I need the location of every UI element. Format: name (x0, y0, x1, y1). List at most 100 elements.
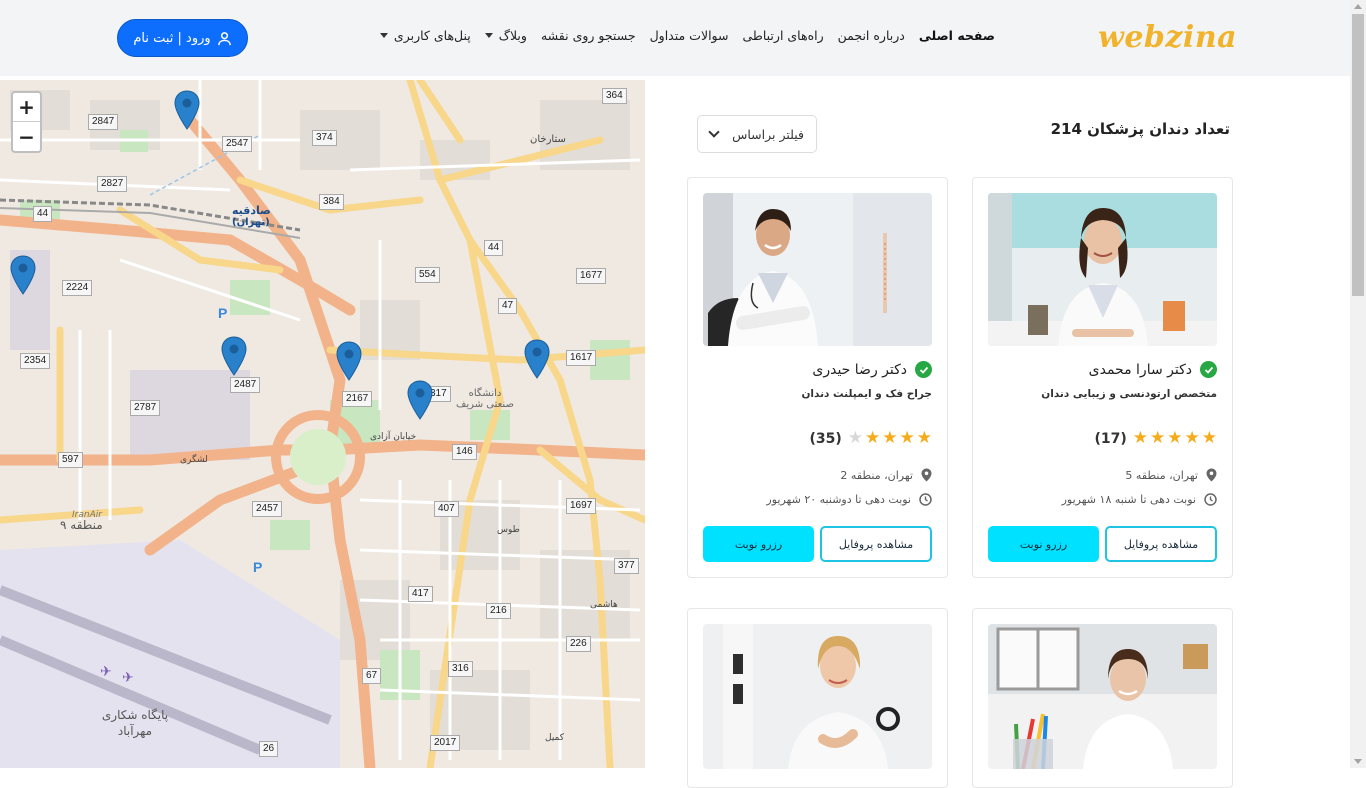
star-icon: ★ (916, 428, 932, 448)
star-icon: ★ (899, 428, 915, 448)
nav-faq[interactable]: سوالات متداول (650, 28, 729, 43)
doctor-specialty: جراح فک و ایمپلنت دندان (801, 388, 932, 400)
doctor-photo (703, 624, 932, 769)
review-count: (17) (1094, 430, 1127, 447)
doctor-specialty: متخصص ارتودنسی و زیبایی دندان (1041, 388, 1217, 400)
map-marker-icon[interactable] (10, 255, 36, 295)
star-empty-icon: ★ (847, 428, 863, 448)
route-shield: 374 (312, 130, 337, 146)
doctor-photo (988, 624, 1217, 769)
star-icon: ★ (882, 428, 898, 448)
route-shield: 44 (484, 240, 504, 256)
route-shield: 1617 (566, 350, 597, 366)
map-label: کمیل (545, 733, 565, 743)
page-scrollbar[interactable] (1350, 0, 1366, 768)
login-label: ورود | ثبت نام (133, 30, 211, 46)
map-marker-icon[interactable] (407, 380, 433, 420)
verified-icon (1200, 361, 1217, 378)
route-shield: 226 (566, 636, 591, 652)
doctor-name[interactable]: دکتر سارا محمدی (1089, 361, 1217, 378)
user-icon (217, 31, 231, 45)
nav-blog[interactable]: وبلاگ (484, 28, 527, 43)
caret-down-icon (379, 33, 388, 38)
nav-contact[interactable]: راه‌های ارتباطی (742, 28, 823, 43)
route-shield: 554 (415, 267, 440, 283)
site-header: webzina صفحه اصلی درباره انجمن راه‌های ا… (0, 0, 1350, 76)
zoom-out-button[interactable]: − (13, 122, 40, 151)
route-shield: 44 (33, 206, 53, 222)
route-shield: 1677 (576, 268, 607, 284)
map-label: (تهران) (232, 217, 270, 228)
doctor-appointment: نوبت دهی تا شنبه ۱۸ شهریور (1062, 493, 1217, 506)
route-shield: 216 (486, 603, 511, 619)
svg-text:✈: ✈ (100, 664, 112, 680)
doctor-photo (988, 193, 1217, 346)
zoom-in-button[interactable]: + (13, 93, 40, 122)
route-shield: 2167 (342, 391, 373, 407)
route-shield: 67 (362, 668, 382, 684)
route-shield: 26 (259, 741, 279, 757)
nav-about[interactable]: درباره انجمن (838, 28, 905, 43)
route-shield: 2354 (20, 353, 51, 369)
results-count: تعداد دندان پزشکان 214 (1050, 120, 1230, 138)
book-appointment-button[interactable]: رزرو نوبت (988, 526, 1099, 562)
route-shield: 2787 (130, 400, 161, 416)
view-profile-button[interactable]: مشاهده پروفایل (1105, 526, 1217, 562)
route-shield: 47 (498, 298, 518, 314)
route-shield: 2487 (230, 377, 261, 393)
route-shield: 2017 (430, 735, 461, 751)
view-profile-button[interactable]: مشاهده پروفایل (820, 526, 932, 562)
route-shield: 384 (319, 194, 344, 210)
map-label: پایگاه شکاری مهرآباد (101, 708, 169, 738)
doctor-card (972, 608, 1233, 788)
route-shield: 417 (408, 586, 433, 602)
doctor-name[interactable]: دکتر رضا حیدری (812, 361, 932, 378)
map-zoom-control: + − (11, 91, 42, 153)
doctor-location: تهران، منطقه 5 (1125, 468, 1217, 482)
map-label: هاشمی (590, 600, 618, 610)
route-shield: 597 (58, 452, 83, 468)
verified-icon (915, 361, 932, 378)
map-label: خیابان آزادی (370, 432, 417, 442)
doctor-photo (703, 193, 932, 346)
review-count: (35) (809, 430, 842, 447)
scroll-up-icon[interactable] (1354, 4, 1362, 9)
map-marker-icon[interactable] (174, 90, 200, 130)
book-appointment-button[interactable]: رزرو نوبت (703, 526, 814, 562)
map-label: صادقیه (232, 204, 271, 217)
clock-icon (1204, 493, 1217, 506)
map-label: دانشگاه صنعتی شریف (456, 388, 514, 410)
scrollbar-thumb[interactable] (1352, 14, 1364, 296)
caret-down-icon (484, 33, 493, 38)
filter-dropdown[interactable]: فیلتر براساس (697, 115, 817, 153)
doctor-card: دکتر سارا محمدی متخصص ارتودنسی و زیبایی … (972, 177, 1233, 578)
svg-text:P: P (218, 305, 227, 321)
route-shield: 2224 (62, 280, 93, 296)
star-icon: ★ (1150, 428, 1166, 448)
doctor-rating: ★ ★ ★ ★ ★ (17) (988, 430, 1217, 447)
dentist-listing: تعداد دندان پزشکان 214 فیلتر براساس دکتر… (645, 80, 1350, 788)
star-icon: ★ (1167, 428, 1183, 448)
main-nav: صفحه اصلی درباره انجمن راه‌های ارتباطی س… (379, 28, 995, 43)
nav-home[interactable]: صفحه اصلی (919, 28, 995, 43)
nav-user-panels[interactable]: پنل‌های کاربری (379, 28, 471, 43)
route-shield: 2457 (252, 501, 283, 517)
clinic-map[interactable]: P P ✈ ✈ صادقیه (تهران) دانشگاه صنعتی شری… (0, 80, 645, 768)
map-marker-icon[interactable] (336, 341, 362, 381)
site-logo[interactable]: webzina (1098, 20, 1237, 55)
login-register-button[interactable]: ورود | ثبت نام (117, 19, 248, 57)
route-shield: 316 (448, 661, 473, 677)
location-pin-icon (1206, 468, 1217, 482)
route-shield: 2827 (97, 176, 128, 192)
route-shield: 2547 (222, 136, 253, 152)
nav-map-search[interactable]: جستجو روی نقشه (541, 28, 636, 43)
doctor-card: دکتر رضا حیدری جراح فک و ایمپلنت دندان ★… (687, 177, 948, 578)
map-label: طوس (497, 525, 520, 535)
map-marker-icon[interactable] (221, 336, 247, 376)
map-marker-icon[interactable] (524, 339, 550, 379)
map-label: IranAir (72, 510, 102, 520)
doctor-location: تهران، منطقه 2 (840, 468, 932, 482)
scroll-down-icon[interactable] (1354, 759, 1362, 764)
route-shield: 364 (602, 88, 627, 104)
star-icon: ★ (1201, 428, 1217, 448)
